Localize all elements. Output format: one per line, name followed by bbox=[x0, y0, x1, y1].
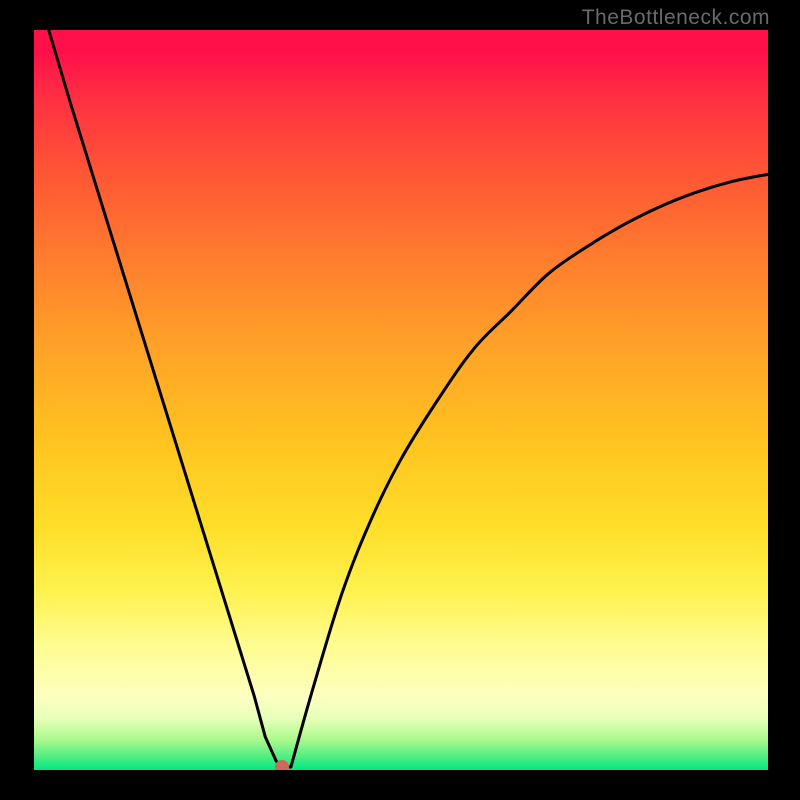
watermark-label: TheBottleneck.com bbox=[582, 6, 770, 30]
bottleneck-curve bbox=[34, 30, 768, 770]
curve-path bbox=[49, 30, 768, 767]
plot-area bbox=[34, 30, 768, 770]
minimum-marker-icon bbox=[275, 760, 289, 770]
chart-frame: TheBottleneck.com bbox=[0, 0, 800, 800]
